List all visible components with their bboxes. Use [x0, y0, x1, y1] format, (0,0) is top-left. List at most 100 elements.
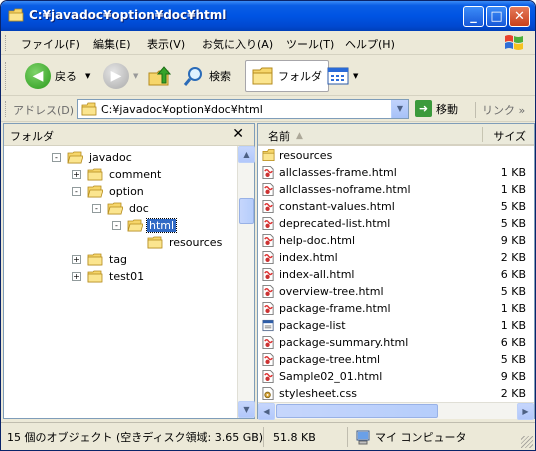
search-button[interactable]: 検索 [183, 60, 231, 92]
file-name: allclasses-noframe.html [279, 183, 411, 196]
menu-bar: ファイル(F) 編集(E) 表示(V) お気に入り(A) ツール(T) ヘルプ(… [1, 31, 535, 55]
file-name: index.html [279, 251, 338, 264]
tree-item-tag[interactable]: + tag [72, 251, 129, 268]
html-file-icon [262, 217, 274, 230]
file-list-item[interactable]: allclasses-noframe.html 1 KB [262, 181, 532, 198]
file-list-item[interactable]: allclasses-frame.html 1 KB [262, 164, 532, 181]
menu-view[interactable]: 表示(V) [147, 36, 185, 52]
file-list-pane: 名前 ▲ サイズ resources allclasses-frame.html 1… [257, 123, 535, 420]
tree-item-option[interactable]: - option [72, 183, 146, 200]
file-name: package-frame.html [279, 302, 391, 315]
back-button[interactable]: ◀ 戻る ▼ [25, 60, 90, 92]
file-list-item[interactable]: package-summary.html 6 KB [262, 334, 532, 351]
open-folder-icon [127, 219, 143, 232]
folder-tree-scrollbar[interactable]: ▲ ▼ [237, 146, 255, 418]
tree-item-resources[interactable]: resources [132, 234, 224, 251]
file-list-item[interactable]: index.html 2 KB [262, 249, 532, 266]
resize-grip[interactable] [521, 436, 533, 448]
views-icon [327, 67, 349, 85]
file-list-item[interactable]: overview-tree.html 5 KB [262, 283, 532, 300]
close-button[interactable]: ✕ [509, 6, 530, 27]
file-list-item[interactable]: package-list 1 KB [262, 317, 532, 334]
folder-icon [147, 236, 163, 249]
status-total-size: 51.8 KB [273, 430, 316, 444]
file-name: resources [279, 149, 333, 162]
tree-item-comment[interactable]: + comment [72, 166, 163, 183]
sort-ascending-icon: ▲ [296, 131, 303, 141]
scroll-thumb[interactable] [239, 198, 254, 224]
name-column-header[interactable]: 名前 ▲ [268, 128, 303, 144]
links-button[interactable]: リンク » [475, 102, 525, 118]
file-list-item[interactable]: deprecated-list.html 5 KB [262, 215, 532, 232]
title-bar[interactable]: C:¥javadoc¥option¥doc¥html _ □ ✕ [1, 1, 535, 31]
file-list-item[interactable]: index-all.html 6 KB [262, 266, 532, 283]
html-file-icon [262, 251, 274, 264]
chevron-down-icon: ▼ [85, 72, 91, 80]
file-size: 2 KB [500, 251, 526, 264]
html-file-icon [262, 285, 274, 298]
file-name: deprecated-list.html [279, 217, 391, 230]
file-list-horizontal-scrollbar[interactable]: ◀ ▶ [258, 402, 534, 420]
scroll-right-button[interactable]: ▶ [517, 403, 534, 420]
html-file-icon [262, 200, 274, 213]
file-size: 1 KB [500, 183, 526, 196]
file-name: package-tree.html [279, 353, 381, 366]
status-location: マイ コンピュータ [355, 427, 467, 447]
file-list-item[interactable]: Sample02_01.html 9 KB [262, 368, 532, 385]
file-name: package-summary.html [279, 336, 409, 349]
size-column-header[interactable]: サイズ [493, 128, 526, 144]
css-file-icon [262, 387, 274, 400]
menu-help[interactable]: ヘルプ(H) [345, 36, 395, 52]
menu-favorites[interactable]: お気に入り(A) [202, 36, 273, 52]
file-name: constant-values.html [279, 200, 395, 213]
scroll-left-button[interactable]: ◀ [258, 403, 275, 420]
back-arrow-icon: ◀ [25, 63, 51, 89]
menu-tools[interactable]: ツール(T) [286, 36, 334, 52]
maximize-button[interactable]: □ [486, 6, 507, 27]
go-button[interactable]: ➜ 移動 [415, 100, 458, 117]
file-list-item[interactable]: help-doc.html 9 KB [262, 232, 532, 249]
tree-item-test01[interactable]: + test01 [72, 268, 146, 285]
html-file-icon [262, 370, 274, 383]
open-folder-icon [87, 185, 103, 198]
file-name: index-all.html [279, 268, 355, 281]
tree-item-html[interactable]: - html [112, 217, 178, 234]
file-name: stylesheet.css [279, 387, 357, 400]
address-dropdown-button[interactable]: ▼ [391, 100, 408, 118]
window-title: C:¥javadoc¥option¥doc¥html [29, 8, 227, 22]
scroll-down-button[interactable]: ▼ [238, 401, 255, 418]
up-folder-icon[interactable] [147, 64, 171, 88]
my-computer-icon [356, 430, 370, 445]
folder-tree-pane: フォルダ ✕ - javadoc + comment - option - do… [3, 123, 255, 419]
file-list-item[interactable]: package-frame.html 1 KB [262, 300, 532, 317]
go-arrow-icon: ➜ [415, 100, 432, 117]
column-header: 名前 ▲ サイズ [258, 124, 534, 146]
folder-icon [87, 270, 103, 283]
file-list-item[interactable]: constant-values.html 5 KB [262, 198, 532, 215]
file-size: 5 KB [500, 353, 526, 366]
menu-file[interactable]: ファイル(F) [21, 36, 80, 52]
explorer-window: C:¥javadoc¥option¥doc¥html _ □ ✕ ファイル(F)… [0, 0, 536, 451]
file-list-item[interactable]: stylesheet.css 2 KB [262, 385, 532, 402]
folders-icon [252, 67, 273, 85]
scroll-up-button[interactable]: ▲ [238, 146, 255, 163]
folder-tree: - javadoc + comment - option - doc - htm… [4, 146, 236, 418]
chevron-down-icon: ▼ [353, 72, 359, 80]
html-file-icon [262, 166, 274, 179]
menu-edit[interactable]: 編集(E) [93, 36, 131, 52]
file-size: 1 KB [500, 302, 526, 315]
views-button[interactable]: ▼ [327, 60, 358, 92]
file-list-item[interactable]: resources [262, 147, 532, 164]
open-folder-icon [107, 202, 123, 215]
address-input[interactable]: C:¥javadoc¥option¥doc¥html ▼ [77, 99, 409, 119]
tree-item-doc[interactable]: - doc [92, 200, 151, 217]
close-icon[interactable]: ✕ [232, 126, 244, 142]
windows-logo-icon [505, 35, 523, 50]
html-file-icon [262, 302, 274, 315]
forward-button[interactable]: ▶ ▼ [103, 60, 138, 92]
file-list-item[interactable]: package-tree.html 5 KB [262, 351, 532, 368]
scroll-thumb[interactable] [276, 404, 438, 418]
minimize-button[interactable]: _ [463, 6, 484, 27]
folders-button[interactable]: フォルダ [245, 60, 329, 92]
tree-item-javadoc[interactable]: - javadoc [52, 149, 134, 166]
